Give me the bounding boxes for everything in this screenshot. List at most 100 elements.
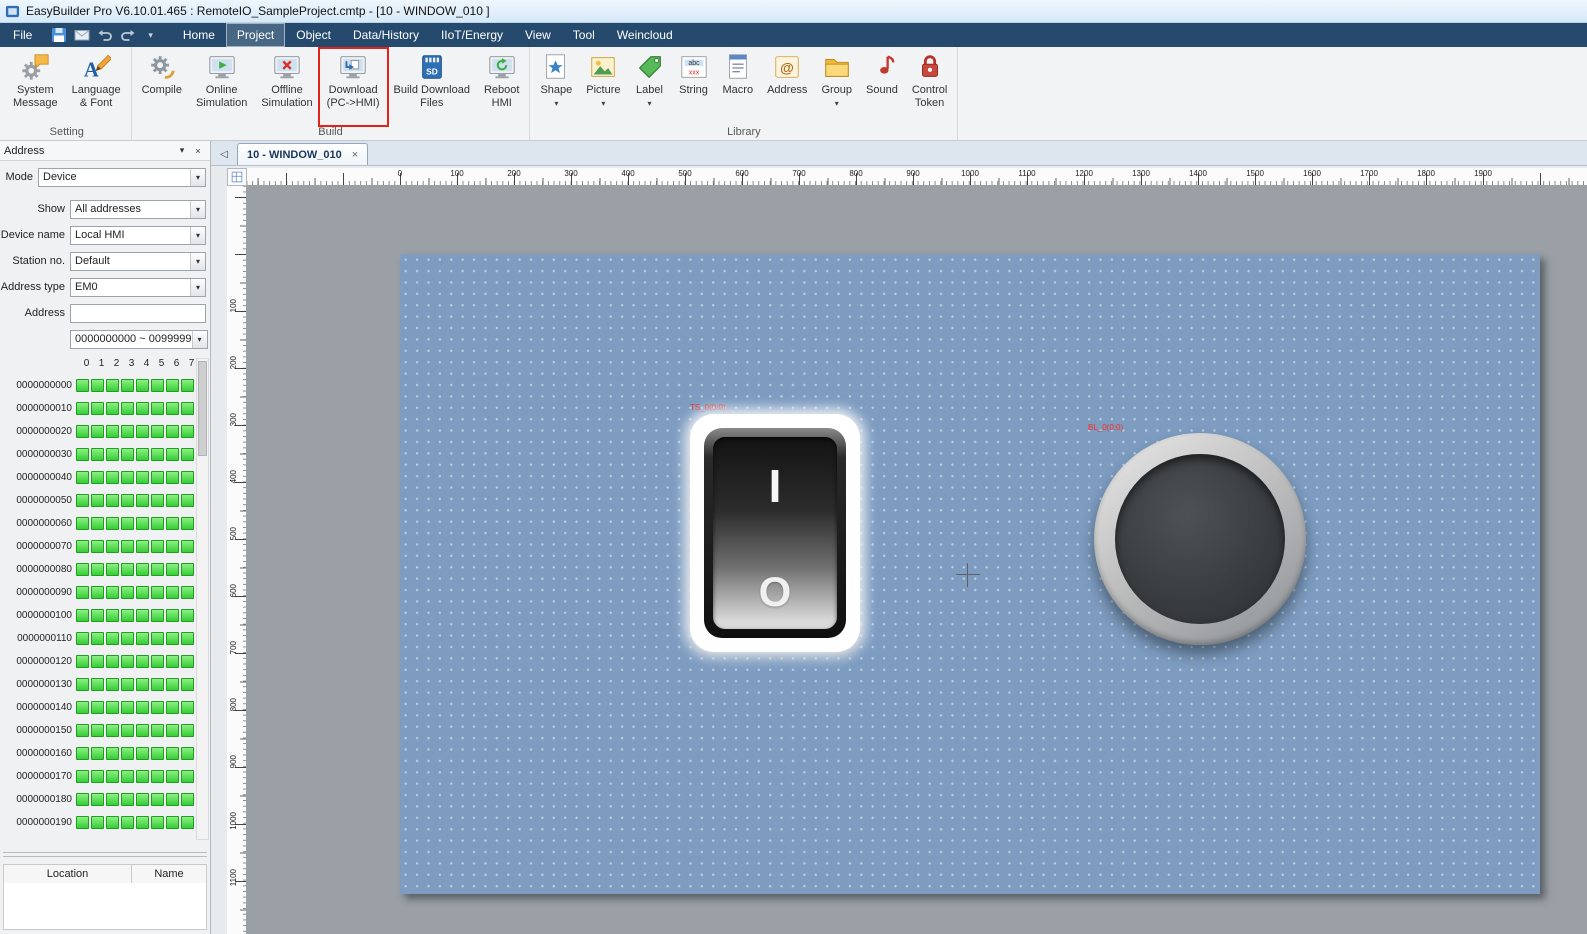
bit-cell[interactable]: [181, 793, 194, 806]
bit-cell[interactable]: [106, 678, 119, 691]
bit-cell[interactable]: [136, 563, 149, 576]
bit-cell[interactable]: [166, 770, 179, 783]
bit-cell[interactable]: [76, 816, 89, 829]
bit-cell[interactable]: [181, 494, 194, 507]
bit-cell[interactable]: [151, 701, 164, 714]
bit-cell[interactable]: [166, 402, 179, 415]
picture-button[interactable]: Picture ▾: [579, 49, 627, 125]
bit-cell[interactable]: [76, 793, 89, 806]
bit-cell[interactable]: [106, 471, 119, 484]
panel-close-icon[interactable]: ×: [190, 146, 206, 156]
bit-cell[interactable]: [136, 747, 149, 760]
bit-cell[interactable]: [76, 379, 89, 392]
bit-cell[interactable]: [181, 770, 194, 783]
bit-cell[interactable]: [76, 701, 89, 714]
reboot-hmi-button[interactable]: Reboot HMI: [477, 49, 526, 125]
bit-cell[interactable]: [181, 379, 194, 392]
bit-cell[interactable]: [151, 471, 164, 484]
location-column-header[interactable]: Location: [4, 865, 132, 883]
macro-button[interactable]: Macro: [716, 49, 761, 125]
bit-cell[interactable]: [106, 655, 119, 668]
bit-cell[interactable]: [121, 494, 134, 507]
bit-cell[interactable]: [121, 701, 134, 714]
bit-cell[interactable]: [136, 816, 149, 829]
bit-cell[interactable]: [76, 517, 89, 530]
device-name-select[interactable]: Local HMI ▾: [70, 225, 206, 245]
bit-cell[interactable]: [121, 402, 134, 415]
mode-select[interactable]: Device ▾: [38, 167, 206, 187]
location-name-table-body[interactable]: [3, 883, 207, 930]
bit-cell[interactable]: [106, 379, 119, 392]
bit-cell[interactable]: [181, 517, 194, 530]
bit-cell[interactable]: [151, 655, 164, 668]
address-button[interactable]: @ Address: [760, 49, 814, 125]
bit-cell[interactable]: [136, 586, 149, 599]
bit-cell[interactable]: [106, 494, 119, 507]
round-button-object[interactable]: [1094, 433, 1306, 645]
bit-cell[interactable]: [136, 471, 149, 484]
bit-cell[interactable]: [91, 724, 104, 737]
system-message-button[interactable]: System Message: [6, 49, 65, 125]
bit-cell[interactable]: [166, 701, 179, 714]
menu-item-tool[interactable]: Tool: [562, 23, 606, 47]
bit-cell[interactable]: [106, 586, 119, 599]
bit-cell[interactable]: [166, 379, 179, 392]
bit-cell[interactable]: [151, 425, 164, 438]
show-select[interactable]: All addresses ▾: [70, 199, 206, 219]
control-token-button[interactable]: Control Token: [905, 49, 954, 125]
bit-cell[interactable]: [106, 402, 119, 415]
bit-cell[interactable]: [166, 563, 179, 576]
bit-cell[interactable]: [166, 609, 179, 622]
bit-cell[interactable]: [121, 425, 134, 438]
bit-cell[interactable]: [121, 747, 134, 760]
bit-cell[interactable]: [76, 471, 89, 484]
bit-cell[interactable]: [121, 448, 134, 461]
bit-cell[interactable]: [136, 517, 149, 530]
offline-simulation-button[interactable]: Offline Simulation: [254, 49, 319, 125]
bit-cell[interactable]: [181, 655, 194, 668]
bit-cell[interactable]: [136, 793, 149, 806]
bit-cell[interactable]: [76, 609, 89, 622]
bit-cell[interactable]: [91, 793, 104, 806]
bit-cell[interactable]: [166, 793, 179, 806]
bit-cell[interactable]: [136, 609, 149, 622]
bit-cell[interactable]: [106, 425, 119, 438]
bit-cell[interactable]: [151, 747, 164, 760]
bit-cell[interactable]: [91, 609, 104, 622]
bit-cell[interactable]: [151, 402, 164, 415]
bit-cell[interactable]: [136, 678, 149, 691]
bit-cell[interactable]: [166, 448, 179, 461]
bit-cell[interactable]: [91, 494, 104, 507]
bit-cell[interactable]: [136, 540, 149, 553]
bit-cell[interactable]: [91, 632, 104, 645]
bit-cell[interactable]: [76, 678, 89, 691]
bit-cell[interactable]: [91, 816, 104, 829]
bit-cell[interactable]: [136, 494, 149, 507]
bit-cell[interactable]: [106, 747, 119, 760]
bit-cell[interactable]: [136, 701, 149, 714]
bit-cell[interactable]: [166, 655, 179, 668]
address-input[interactable]: [70, 303, 206, 323]
bit-cell[interactable]: [106, 448, 119, 461]
bit-cell[interactable]: [76, 770, 89, 783]
tab-nav-left-icon[interactable]: ◁: [211, 149, 237, 165]
bit-cell[interactable]: [106, 609, 119, 622]
bit-cell[interactable]: [181, 563, 194, 576]
bit-cell[interactable]: [76, 747, 89, 760]
bit-cell[interactable]: [76, 655, 89, 668]
bit-cell[interactable]: [166, 747, 179, 760]
bit-cell[interactable]: [106, 724, 119, 737]
bit-cell[interactable]: [91, 402, 104, 415]
bit-cell[interactable]: [151, 770, 164, 783]
bit-cell[interactable]: [166, 425, 179, 438]
bit-cell[interactable]: [151, 517, 164, 530]
address-type-select[interactable]: EM0 ▾: [70, 277, 206, 297]
menu-item-project[interactable]: Project: [225, 23, 286, 47]
bit-cell[interactable]: [151, 448, 164, 461]
bit-cell[interactable]: [151, 678, 164, 691]
bit-cell[interactable]: [91, 379, 104, 392]
bit-cell[interactable]: [151, 563, 164, 576]
bit-cell[interactable]: [166, 678, 179, 691]
grid-scrollbar[interactable]: [196, 358, 209, 840]
bit-cell[interactable]: [136, 655, 149, 668]
